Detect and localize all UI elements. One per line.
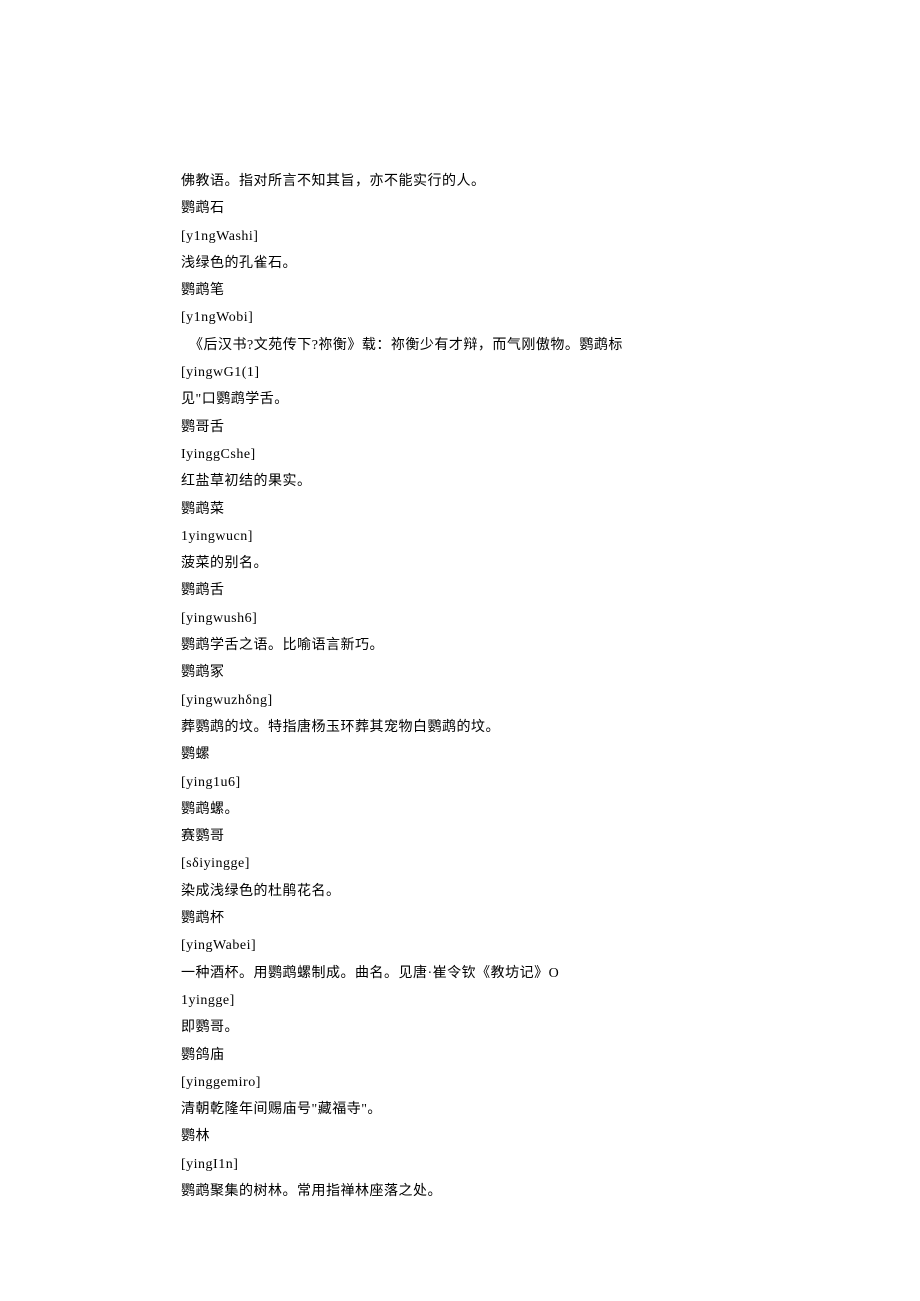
text-line: 鹦林 — [181, 1123, 920, 1150]
text-line: IyinggCshe] — [181, 441, 920, 468]
text-line: 1yingwucn] — [181, 523, 920, 550]
text-line: 佛教语。指对所言不知其旨，亦不能实行的人。 — [181, 168, 920, 195]
text-line: 鹦鹉聚集的树林。常用指禅林座落之处。 — [181, 1178, 920, 1205]
text-line: 即鹦哥。 — [181, 1014, 920, 1041]
text-line: 见"口鹦鹉学舌。 — [181, 386, 920, 413]
text-line: 鹦鸽庙 — [181, 1042, 920, 1069]
text-line: 红盐草初结的果实。 — [181, 468, 920, 495]
text-line: 鹦鹉菜 — [181, 496, 920, 523]
text-line: [yingwuzhδng] — [181, 687, 920, 714]
text-line: [yingI1n] — [181, 1151, 920, 1178]
text-line: [yingWabei] — [181, 932, 920, 959]
text-line: 菠菜的别名。 — [181, 550, 920, 577]
text-line: 一种酒杯。用鹦鹉螺制成。曲名。见唐·崔令钦《教坊记》O — [181, 960, 920, 987]
text-line: 鹦哥舌 — [181, 414, 920, 441]
text-line: 鹦鹉舌 — [181, 577, 920, 604]
text-line: 《后汉书?文苑传下?祢衡》载：祢衡少有才辩，而气刚傲物。鹦鹉标 — [181, 332, 920, 359]
text-line: [yingwush6] — [181, 605, 920, 632]
text-line: 葬鹦鹉的坟。特指唐杨玉环葬其宠物白鹦鹉的坟。 — [181, 714, 920, 741]
text-line: [y1ngWobi] — [181, 304, 920, 331]
text-line: 鹦螺 — [181, 741, 920, 768]
text-line: [yingwG1(1] — [181, 359, 920, 386]
text-line: 鹦鹉学舌之语。比喻语言新巧。 — [181, 632, 920, 659]
text-line: 鹦鹉螺。 — [181, 796, 920, 823]
text-line: [ying1u6] — [181, 769, 920, 796]
text-line: 染成浅绿色的杜鹃花名。 — [181, 878, 920, 905]
text-line: 赛鹦哥 — [181, 823, 920, 850]
text-line: 清朝乾隆年间赐庙号"藏福寺"。 — [181, 1096, 920, 1123]
text-line: 鹦鹉杯 — [181, 905, 920, 932]
document-page: 佛教语。指对所言不知其旨，亦不能实行的人。 鹦鹉石 [y1ngWashi] 浅绿… — [0, 0, 920, 1205]
text-line: [sδiyingge] — [181, 850, 920, 877]
text-line: 1yingge] — [181, 987, 920, 1014]
text-line: 鹦鹉石 — [181, 195, 920, 222]
text-line: 浅绿色的孔雀石。 — [181, 250, 920, 277]
text-line: [y1ngWashi] — [181, 223, 920, 250]
text-line: [yinggemiro] — [181, 1069, 920, 1096]
text-line: 鹦鹉冢 — [181, 659, 920, 686]
text-line: 鹦鹉笔 — [181, 277, 920, 304]
